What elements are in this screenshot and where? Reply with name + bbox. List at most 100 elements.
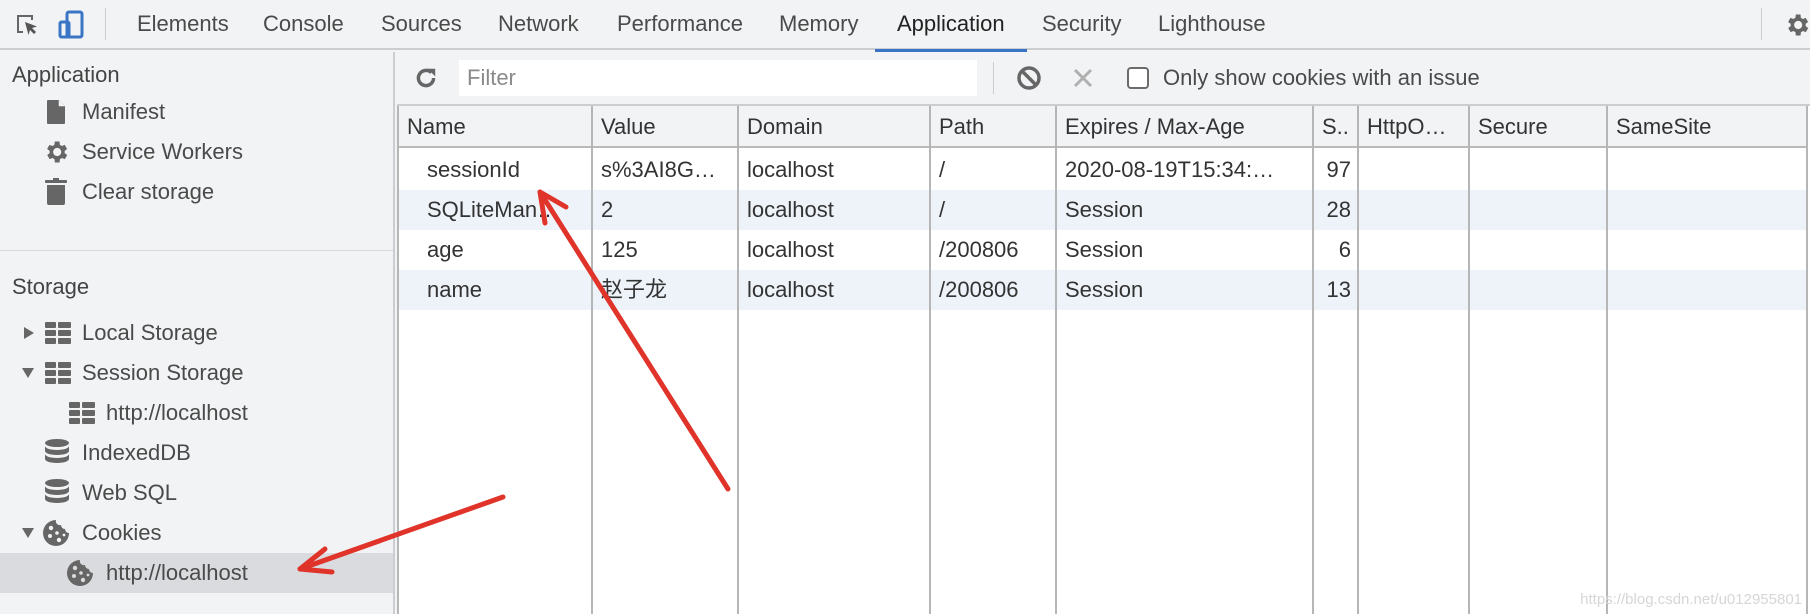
sidebar-item-service-workers[interactable]: Service Workers: [0, 132, 393, 172]
column-divider[interactable]: [737, 106, 739, 614]
column-divider[interactable]: [1312, 106, 1314, 614]
cell-secure[interactable]: [1470, 230, 1606, 270]
table-row[interactable]: sessionId s%3AI8G… localhost/2020-08-19T15…: [397, 150, 1808, 190]
sidebar-item-label: Local Storage: [82, 320, 218, 345]
sidebar-item-cookies[interactable]: Cookies: [0, 513, 393, 553]
cell-value[interactable]: 2: [593, 190, 737, 230]
sidebar-item-cookies-localhost[interactable]: http://localhost: [0, 553, 393, 593]
tab-application[interactable]: Application: [875, 0, 1027, 52]
tab-memory[interactable]: Memory: [779, 0, 858, 50]
cell-size[interactable]: 13: [1314, 270, 1357, 310]
cell-path[interactable]: /200806: [931, 270, 1055, 310]
tab-lighthouse[interactable]: Lighthouse: [1158, 0, 1266, 50]
filter-input[interactable]: [459, 60, 977, 96]
sidebar-item-local-storage[interactable]: Local Storage: [0, 313, 393, 353]
cell-samesite[interactable]: [1608, 230, 1808, 270]
column-header-value[interactable]: Value: [593, 106, 737, 148]
block-icon[interactable]: [1014, 63, 1044, 93]
column-header-httponly[interactable]: HttpO…: [1359, 106, 1468, 148]
table-icon: [68, 399, 96, 427]
tab-security[interactable]: Security: [1042, 0, 1121, 50]
column-header-size[interactable]: S..: [1314, 106, 1357, 148]
cookie-icon: [66, 559, 94, 587]
sidebar-item-session-storage[interactable]: Session Storage: [0, 353, 393, 393]
sidebar-item-label: Manifest: [82, 99, 166, 124]
sidebar-item-manifest[interactable]: Manifest: [0, 92, 393, 132]
table-header: Name Value Domain Path Expires / Max-Age…: [397, 106, 1808, 148]
cell-httponly[interactable]: [1359, 230, 1468, 270]
cell-expires[interactable]: Session: [1057, 230, 1312, 270]
cell-name[interactable]: sessionId: [399, 150, 591, 190]
cell-size[interactable]: 6: [1314, 230, 1357, 270]
tab-network[interactable]: Network: [498, 0, 579, 50]
column-divider[interactable]: [1055, 106, 1057, 614]
issue-checkbox[interactable]: [1127, 67, 1149, 89]
cell-expires[interactable]: Session: [1057, 190, 1312, 230]
cell-domain[interactable]: localhost: [739, 270, 929, 310]
collapse-arrow-icon[interactable]: [21, 366, 35, 380]
column-divider[interactable]: [591, 106, 593, 614]
cell-domain[interactable]: localhost: [739, 150, 929, 190]
sidebar-item-indexeddb[interactable]: IndexedDB: [0, 433, 393, 473]
collapse-arrow-icon[interactable]: [21, 526, 35, 540]
gear-icon[interactable]: [1782, 10, 1810, 40]
cell-domain[interactable]: localhost: [739, 190, 929, 230]
device-toolbar-icon[interactable]: [56, 10, 86, 40]
column-header-samesite[interactable]: SameSite: [1608, 106, 1808, 148]
sidebar-item-web-sql[interactable]: Web SQL: [0, 473, 393, 513]
expand-arrow-icon[interactable]: [22, 326, 36, 340]
cell-size[interactable]: 28: [1314, 190, 1357, 230]
cell-httponly[interactable]: [1359, 190, 1468, 230]
sidebar-item-session-storage-localhost[interactable]: http://localhost: [0, 393, 393, 433]
cell-samesite[interactable]: [1608, 150, 1808, 190]
cell-name[interactable]: SQLiteMan…: [399, 190, 591, 230]
cell-name[interactable]: name: [399, 270, 591, 310]
cell-path[interactable]: /: [931, 190, 1055, 230]
cell-path[interactable]: /: [931, 150, 1055, 190]
column-header-secure[interactable]: Secure: [1470, 106, 1606, 148]
column-divider[interactable]: [1357, 106, 1359, 614]
column-header-name[interactable]: Name: [399, 106, 591, 148]
table-row[interactable]: age 125 localhost/200806 Session 6: [397, 230, 1808, 270]
table-row[interactable]: name 赵子龙 localhost/200806 Session 13: [397, 270, 1808, 310]
cell-httponly[interactable]: [1359, 150, 1468, 190]
column-divider[interactable]: [1606, 106, 1608, 614]
column-header-expires[interactable]: Expires / Max-Age: [1057, 106, 1312, 148]
column-divider[interactable]: [929, 106, 931, 614]
cell-samesite[interactable]: [1608, 270, 1808, 310]
cell-secure[interactable]: [1470, 190, 1606, 230]
cell-samesite[interactable]: [1608, 190, 1808, 230]
tab-sources[interactable]: Sources: [381, 0, 462, 50]
refresh-icon[interactable]: [411, 63, 441, 93]
column-divider: [1806, 106, 1808, 614]
document-icon: [42, 98, 70, 126]
column-header-domain[interactable]: Domain: [739, 106, 929, 148]
cell-size[interactable]: 97: [1314, 150, 1357, 190]
cookie-icon: [42, 519, 70, 547]
cell-expires[interactable]: Session: [1057, 270, 1312, 310]
cell-secure[interactable]: [1470, 270, 1606, 310]
cell-path[interactable]: /200806: [931, 230, 1055, 270]
sidebar-item-label: http://localhost: [106, 560, 248, 585]
tab-console[interactable]: Console: [263, 0, 344, 50]
cell-name[interactable]: age: [399, 230, 591, 270]
table-row[interactable]: SQLiteMan… 2 localhost / Session 28: [397, 190, 1808, 230]
cell-secure[interactable]: [1470, 150, 1606, 190]
column-divider[interactable]: [1468, 106, 1470, 614]
section-divider: [0, 250, 393, 251]
cell-value[interactable]: 赵子龙: [593, 270, 737, 310]
toolbar-divider: [993, 62, 994, 94]
column-header-path[interactable]: Path: [931, 106, 1055, 148]
tab-performance[interactable]: Performance: [617, 0, 743, 50]
cell-httponly[interactable]: [1359, 270, 1468, 310]
close-icon[interactable]: [1068, 63, 1098, 93]
inspect-element-icon[interactable]: [12, 10, 42, 40]
cell-expires[interactable]: 2020-08-19T15:34:…: [1057, 150, 1312, 190]
cookies-panel: Only show cookies with an issue Name Val…: [397, 52, 1810, 614]
tab-elements[interactable]: Elements: [137, 0, 229, 50]
sidebar-item-clear-storage[interactable]: Clear storage: [0, 172, 393, 212]
cell-value[interactable]: s%3AI8G…: [593, 150, 737, 190]
cell-domain[interactable]: localhost: [739, 230, 929, 270]
cell-value[interactable]: 125: [593, 230, 737, 270]
table-icon: [44, 319, 72, 347]
